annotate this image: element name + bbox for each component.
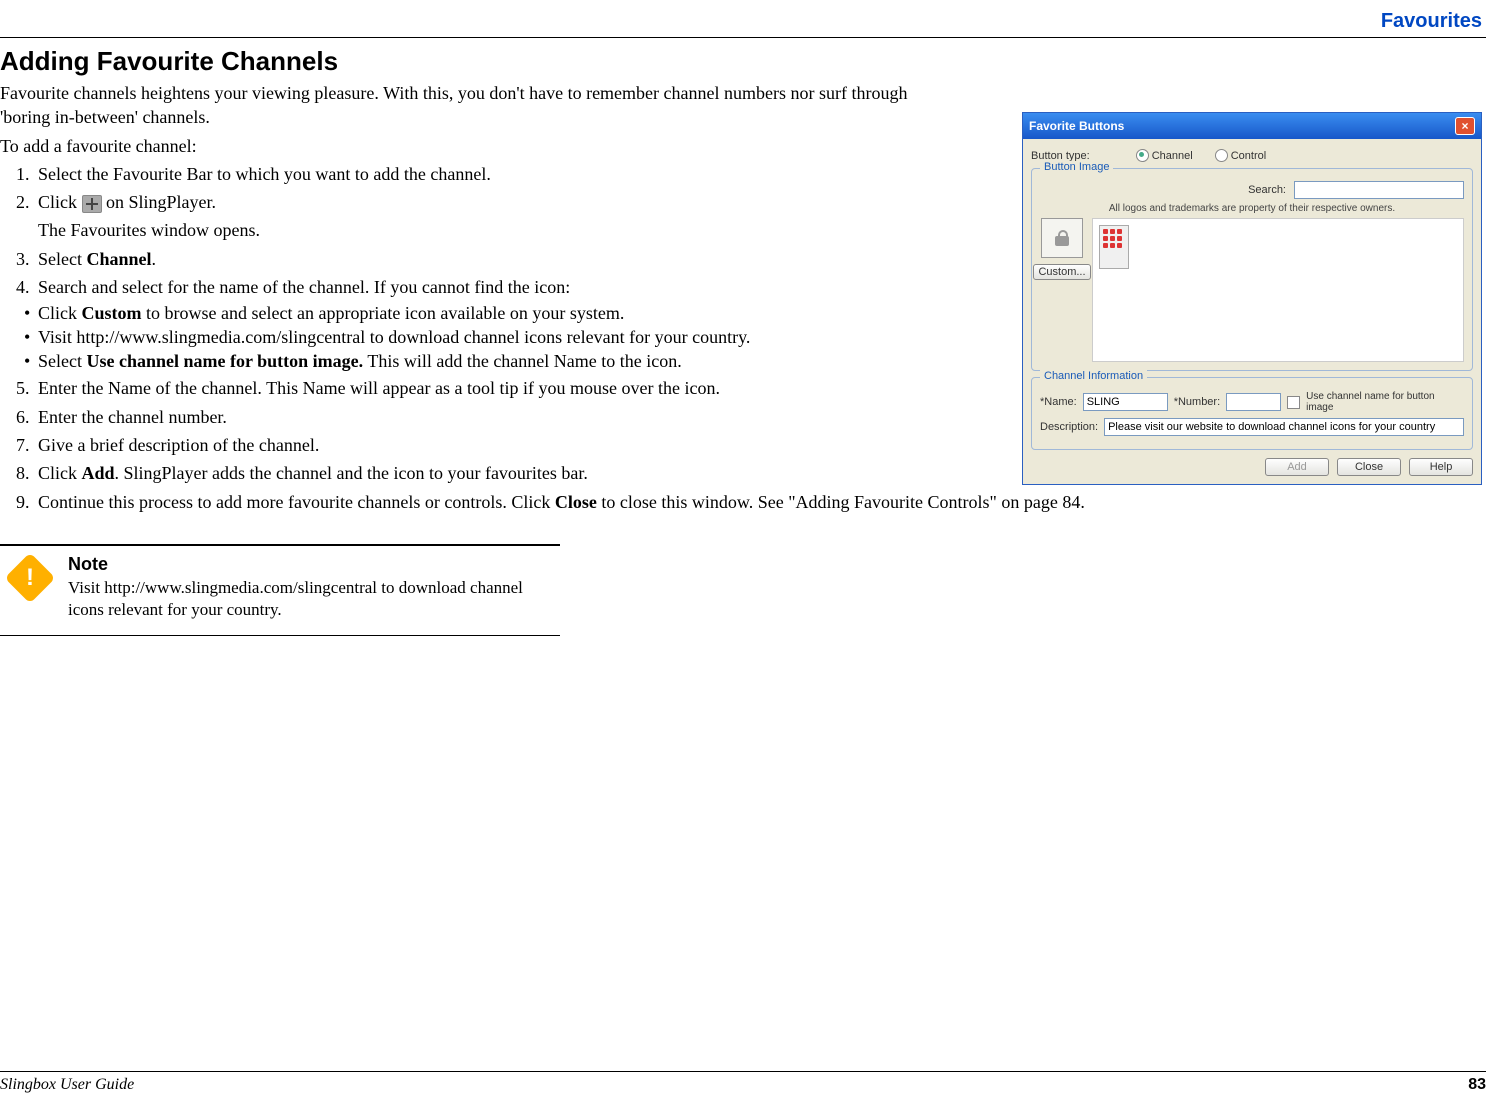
step-4-text: Search and select for the name of the ch… xyxy=(38,277,570,297)
step-8b: . SlingPlayer adds the channel and the i… xyxy=(115,463,588,483)
step-8-bold: Add xyxy=(82,463,115,483)
plus-icon xyxy=(82,195,102,213)
lock-thumb[interactable] xyxy=(1041,218,1083,258)
step-9a: Continue this process to add more favour… xyxy=(38,492,555,512)
step-3-bold: Channel xyxy=(86,249,151,269)
number-label: *Number: xyxy=(1174,396,1220,408)
use-name-checkbox[interactable] xyxy=(1287,396,1300,409)
dialog-titlebar[interactable]: Favorite Buttons × xyxy=(1023,113,1481,139)
favorite-buttons-dialog: Favorite Buttons × Button type: Channel … xyxy=(1022,112,1482,485)
description-input[interactable] xyxy=(1104,418,1464,436)
radio-control-label: Control xyxy=(1231,150,1266,162)
help-button[interactable]: Help xyxy=(1409,458,1473,476)
radio-control[interactable]: Control xyxy=(1215,149,1266,162)
note-block: Note Visit http://www.slingmedia.com/sli… xyxy=(0,544,560,636)
radio-channel-label: Channel xyxy=(1152,150,1193,162)
step-2-text-b: on SlingPlayer. xyxy=(102,192,217,212)
close-icon[interactable]: × xyxy=(1455,117,1475,135)
bullet-1b: to browse and select an appropriate icon… xyxy=(142,303,625,323)
icon-gallery[interactable] xyxy=(1092,218,1464,362)
remote-icon[interactable] xyxy=(1099,225,1129,269)
name-input[interactable] xyxy=(1083,393,1168,411)
page-footer: Slingbox User Guide 83 xyxy=(0,1071,1486,1094)
number-input[interactable] xyxy=(1226,393,1281,411)
bullet-3b: This will add the channel Name to the ic… xyxy=(363,351,682,371)
custom-button[interactable]: Custom... xyxy=(1033,264,1090,280)
step-9-bold: Close xyxy=(555,492,597,512)
search-input[interactable] xyxy=(1294,181,1464,199)
button-image-legend: Button Image xyxy=(1040,161,1113,173)
description-label: Description: xyxy=(1040,421,1098,433)
button-image-group: Button Image Search: All logos and trade… xyxy=(1031,168,1473,371)
step-9: Continue this process to add more favour… xyxy=(34,490,1486,514)
page-heading: Adding Favourite Channels xyxy=(0,46,960,77)
add-button[interactable]: Add xyxy=(1265,458,1329,476)
bullet-1-bold: Custom xyxy=(82,303,142,323)
close-button[interactable]: Close xyxy=(1337,458,1401,476)
channel-info-legend: Channel Information xyxy=(1040,370,1147,382)
footer-page-number: 83 xyxy=(1468,1076,1486,1094)
step-9b: to close this window. See "Adding Favour… xyxy=(597,492,1085,512)
step-8a: Click xyxy=(38,463,82,483)
note-body: Visit http://www.slingmedia.com/slingcen… xyxy=(68,577,560,621)
channel-info-group: Channel Information *Name: *Number: Use … xyxy=(1031,377,1473,450)
trademark-text: All logos and trademarks are property of… xyxy=(1040,203,1464,214)
section-header: Favourites xyxy=(0,10,1486,37)
note-title: Note xyxy=(68,554,560,575)
use-name-label: Use channel name for button image xyxy=(1306,391,1464,413)
bullet-1a: Click xyxy=(38,303,82,323)
step-2-text-a: Click xyxy=(38,192,82,212)
footer-guide: Slingbox User Guide xyxy=(0,1076,134,1094)
name-label: *Name: xyxy=(1040,396,1077,408)
warning-icon xyxy=(5,552,56,603)
step-3-text-b: . xyxy=(152,249,157,269)
dialog-screenshot: Favorite Buttons × Button type: Channel … xyxy=(1022,112,1482,485)
bullet-3a: Select xyxy=(38,351,86,371)
header-rule xyxy=(0,37,1486,38)
intro-text: Favourite channels heightens your viewin… xyxy=(0,81,960,130)
lead-text: To add a favourite channel: xyxy=(0,134,960,158)
step-3-text-a: Select xyxy=(38,249,86,269)
button-type-label: Button type: xyxy=(1031,150,1090,162)
radio-channel[interactable]: Channel xyxy=(1136,149,1193,162)
lock-icon xyxy=(1055,230,1069,246)
search-label: Search: xyxy=(1248,184,1286,196)
dialog-title: Favorite Buttons xyxy=(1029,119,1124,133)
bullet-3-bold: Use channel name for button image. xyxy=(86,351,363,371)
